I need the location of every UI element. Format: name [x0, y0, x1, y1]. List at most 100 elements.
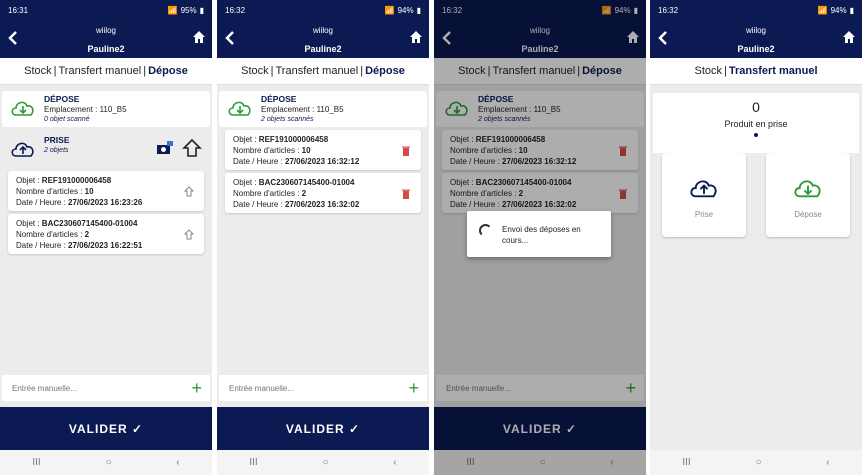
item-datetime: Date / Heure : 27/06/2023 16:23:26: [16, 198, 143, 207]
upload-small-icon[interactable]: [184, 186, 194, 198]
loading-message: Envoi des déposes en cours...: [502, 225, 581, 245]
tab-transfert-manuel[interactable]: Transfert manuel: [59, 65, 142, 77]
username: Pauline2: [737, 44, 775, 54]
upload-arrow-icon[interactable]: [182, 138, 202, 158]
home-icon[interactable]: [842, 30, 856, 44]
add-icon[interactable]: +: [408, 379, 419, 397]
battery-percent: 94%: [397, 5, 414, 15]
username: Pauline2: [87, 44, 125, 54]
tab-transfert-manuel[interactable]: Transfert manuel: [276, 65, 359, 77]
screen-1-prise: 16:31 📶 95% ▮ wiilog Pauline2 Stock | Tr…: [0, 0, 212, 475]
status-icons: 📶 94% ▮: [385, 6, 421, 15]
camera-scan-icon[interactable]: [156, 140, 174, 156]
tab-depose[interactable]: Dépose: [365, 65, 405, 77]
upload-small-icon[interactable]: [184, 229, 194, 241]
battery-icon: ▮: [416, 5, 421, 15]
trash-icon[interactable]: [401, 145, 411, 157]
depose-tile[interactable]: Dépose: [766, 153, 850, 237]
status-bar: 16:32 📶 94% ▮: [217, 0, 429, 20]
prise-count: 2 objets: [44, 147, 69, 154]
home-nav-icon[interactable]: ○: [755, 457, 761, 468]
tab-separator: |: [724, 65, 727, 77]
loading-dialog: Envoi des déposes en cours...: [467, 211, 611, 257]
recent-apps-icon[interactable]: III: [682, 457, 690, 468]
depose-title: DÉPOSE: [44, 94, 80, 104]
battery-percent: 94%: [830, 5, 847, 15]
recent-apps-icon[interactable]: III: [249, 457, 257, 468]
depose-location: Emplacement : 110_B5: [44, 105, 127, 114]
manual-entry-input[interactable]: [10, 382, 164, 394]
depose-count: 2 objets scannés: [261, 116, 314, 123]
tab-stock[interactable]: Stock: [694, 65, 722, 77]
screen-3-sending: 16:32 📶 94% ▮ wiilog Pauline2 Stock | Tr…: [434, 0, 646, 475]
valider-button[interactable]: VALIDER ✓: [0, 407, 212, 450]
item-datetime: Date / Heure : 27/06/2023 16:32:12: [233, 157, 360, 166]
spinner-icon: [479, 224, 492, 237]
status-bar: 16:32 📶 94% ▮: [650, 0, 862, 20]
signal-icon: 📶: [384, 5, 395, 15]
signal-icon: 📶: [167, 5, 178, 15]
app-header: wiilog Pauline2: [650, 20, 862, 58]
signal-icon: 📶: [817, 5, 828, 15]
tab-stock[interactable]: Stock: [24, 65, 52, 77]
back-nav-icon[interactable]: ‹: [176, 457, 179, 468]
status-time: 16:32: [225, 5, 246, 15]
tab-bar: Stock | Transfert manuel: [650, 58, 862, 85]
depose-location: Emplacement : 110_B5: [261, 105, 344, 114]
app-header: wiilog Pauline2: [217, 20, 429, 58]
list-item[interactable]: Objet : BAC230607145400-01004 Nombre d'a…: [225, 173, 421, 213]
cloud-download-icon: [11, 101, 34, 116]
page-indicator-dot: [754, 133, 758, 137]
home-nav-icon[interactable]: ○: [322, 457, 328, 468]
android-nav-bar: III ○ ‹: [0, 450, 212, 475]
list-item[interactable]: Objet : REF191000006458 Nombre d'article…: [225, 130, 421, 170]
tab-separator: |: [270, 65, 274, 77]
prise-title: PRISE: [44, 135, 70, 145]
tab-bar: Stock | Transfert manuel | Dépose: [0, 58, 212, 85]
product-counter: 0 Produit en prise: [653, 93, 859, 153]
counter-value: 0: [752, 99, 760, 115]
status-bar: 16:31 📶 95% ▮: [0, 0, 212, 20]
item-datetime: Date / Heure : 27/06/2023 16:22:51: [16, 241, 143, 250]
depose-section[interactable]: DÉPOSE Emplacement : 110_B5 0 objet scan…: [2, 91, 210, 127]
list-item[interactable]: Objet : REF191000006458 Nombre d'article…: [8, 171, 204, 211]
recent-apps-icon[interactable]: III: [32, 457, 40, 468]
screen-4-transfert: 16:32 📶 94% ▮ wiilog Pauline2 Stock | Tr…: [650, 0, 862, 475]
cloud-download-icon: [228, 101, 251, 116]
list-item[interactable]: Objet : BAC230607145400-01004 Nombre d'a…: [8, 214, 204, 254]
cloud-download-icon: [794, 180, 821, 198]
tab-separator: |: [143, 65, 147, 77]
back-nav-icon[interactable]: ‹: [826, 457, 829, 468]
add-icon[interactable]: +: [191, 379, 202, 397]
home-icon[interactable]: [409, 30, 423, 44]
prise-section[interactable]: PRISE 2 objets: [2, 132, 210, 168]
username: Pauline2: [304, 44, 342, 54]
counter-label: Produit en prise: [724, 119, 788, 129]
item-count: Nombre d'articles : 10: [16, 187, 94, 196]
valider-button[interactable]: VALIDER ✓: [217, 407, 429, 450]
back-nav-icon[interactable]: ‹: [393, 457, 396, 468]
tab-depose[interactable]: Dépose: [148, 65, 188, 77]
manual-entry-bar: +: [2, 375, 210, 401]
item-datetime: Date / Heure : 27/06/2023 16:32:02: [233, 200, 360, 209]
item-object: Objet : REF191000006458: [16, 176, 112, 185]
app-header: wiilog Pauline2: [0, 20, 212, 58]
screen-2-depose: 16:32 📶 94% ▮ wiilog Pauline2 Stock | Tr…: [217, 0, 429, 475]
item-count: Nombre d'articles : 10: [233, 146, 311, 155]
manual-entry-bar: +: [219, 375, 427, 401]
item-object: Objet : BAC230607145400-01004: [233, 178, 355, 187]
trash-icon[interactable]: [401, 188, 411, 200]
prise-tile[interactable]: Prise: [662, 153, 746, 237]
item-count: Nombre d'articles : 2: [233, 189, 307, 198]
home-nav-icon[interactable]: ○: [105, 457, 111, 468]
tab-separator: |: [53, 65, 57, 77]
depose-title: DÉPOSE: [261, 94, 297, 104]
wiilog-logo: wiilog: [312, 26, 333, 35]
home-icon[interactable]: [192, 30, 206, 44]
depose-section[interactable]: DÉPOSE Emplacement : 110_B5 2 objets sca…: [219, 91, 427, 127]
manual-entry-input[interactable]: [227, 382, 381, 394]
battery-icon: ▮: [849, 5, 854, 15]
item-object: Objet : REF191000006458: [233, 135, 329, 144]
tab-stock[interactable]: Stock: [241, 65, 269, 77]
tab-transfert-manuel[interactable]: Transfert manuel: [729, 65, 818, 77]
